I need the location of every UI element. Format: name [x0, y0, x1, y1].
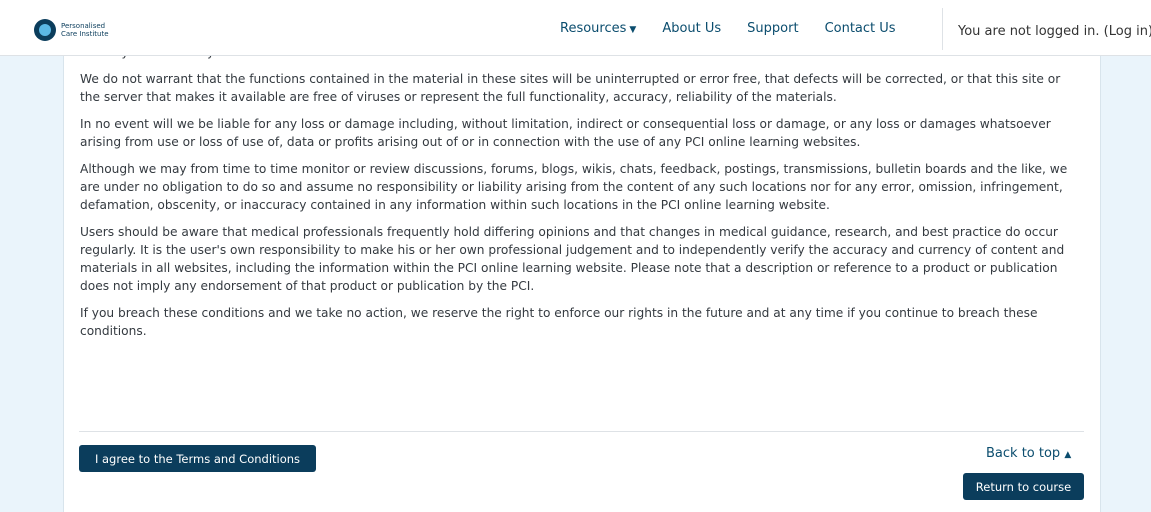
nav-divider	[942, 8, 943, 50]
site-logo[interactable]: Personalised Care Institute	[34, 19, 109, 41]
return-to-course-button[interactable]: Return to course	[963, 473, 1084, 500]
logo-text: Personalised Care Institute	[61, 22, 109, 38]
top-navbar: Personalised Care Institute Resources ▼ A…	[0, 0, 1151, 56]
nav-resources-label: Resources	[560, 20, 627, 36]
terms-paragraph: If you breach these conditions and we ta…	[80, 306, 1038, 338]
logo-line2: Care Institute	[61, 30, 109, 38]
nav-contact-us[interactable]: Contact Us	[825, 21, 896, 36]
terms-paragraph: In no event will we be liable for any lo…	[80, 117, 1051, 149]
chevron-up-icon: ▲	[1064, 450, 1072, 460]
terms-text: security and accuracy. We do not warrant…	[80, 43, 1076, 349]
logo-line1: Personalised	[61, 22, 106, 30]
footer-divider	[79, 431, 1084, 432]
terms-paragraph: We do not warrant that the functions con…	[80, 72, 1061, 104]
terms-paragraph: Although we may from time to time monito…	[80, 162, 1068, 212]
main-content: security and accuracy. We do not warrant…	[63, 0, 1101, 512]
nav-links: Resources ▼ About Us Support Contact Us	[560, 0, 922, 56]
agree-terms-button[interactable]: I agree to the Terms and Conditions	[79, 445, 316, 472]
nav-resources[interactable]: Resources ▼	[560, 21, 636, 36]
nav-support[interactable]: Support	[747, 21, 798, 36]
caret-down-icon: ▼	[629, 24, 637, 35]
nav-about-us[interactable]: About Us	[662, 21, 721, 36]
back-to-top-label: Back to top	[986, 446, 1061, 461]
terms-paragraph: Users should be aware that medical profe…	[80, 225, 1065, 293]
logo-icon	[34, 19, 56, 41]
login-status[interactable]: You are not logged in. (Log in)	[958, 24, 1151, 39]
back-to-top-link[interactable]: Back to top ▲	[986, 446, 1071, 461]
